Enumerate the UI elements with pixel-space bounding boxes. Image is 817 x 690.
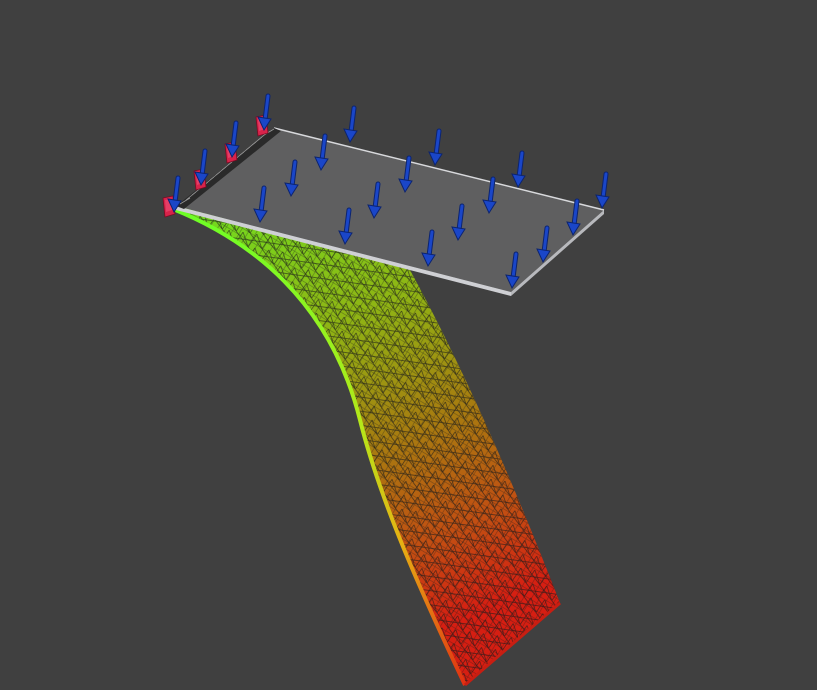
force-arrow-icon [511,150,526,189]
force-arrow-icon [595,171,610,210]
force-arrow-icon [428,128,443,167]
3d-viewport[interactable] [0,0,817,690]
fem-scene[interactable] [0,0,817,690]
force-arrow-icon [343,105,358,144]
